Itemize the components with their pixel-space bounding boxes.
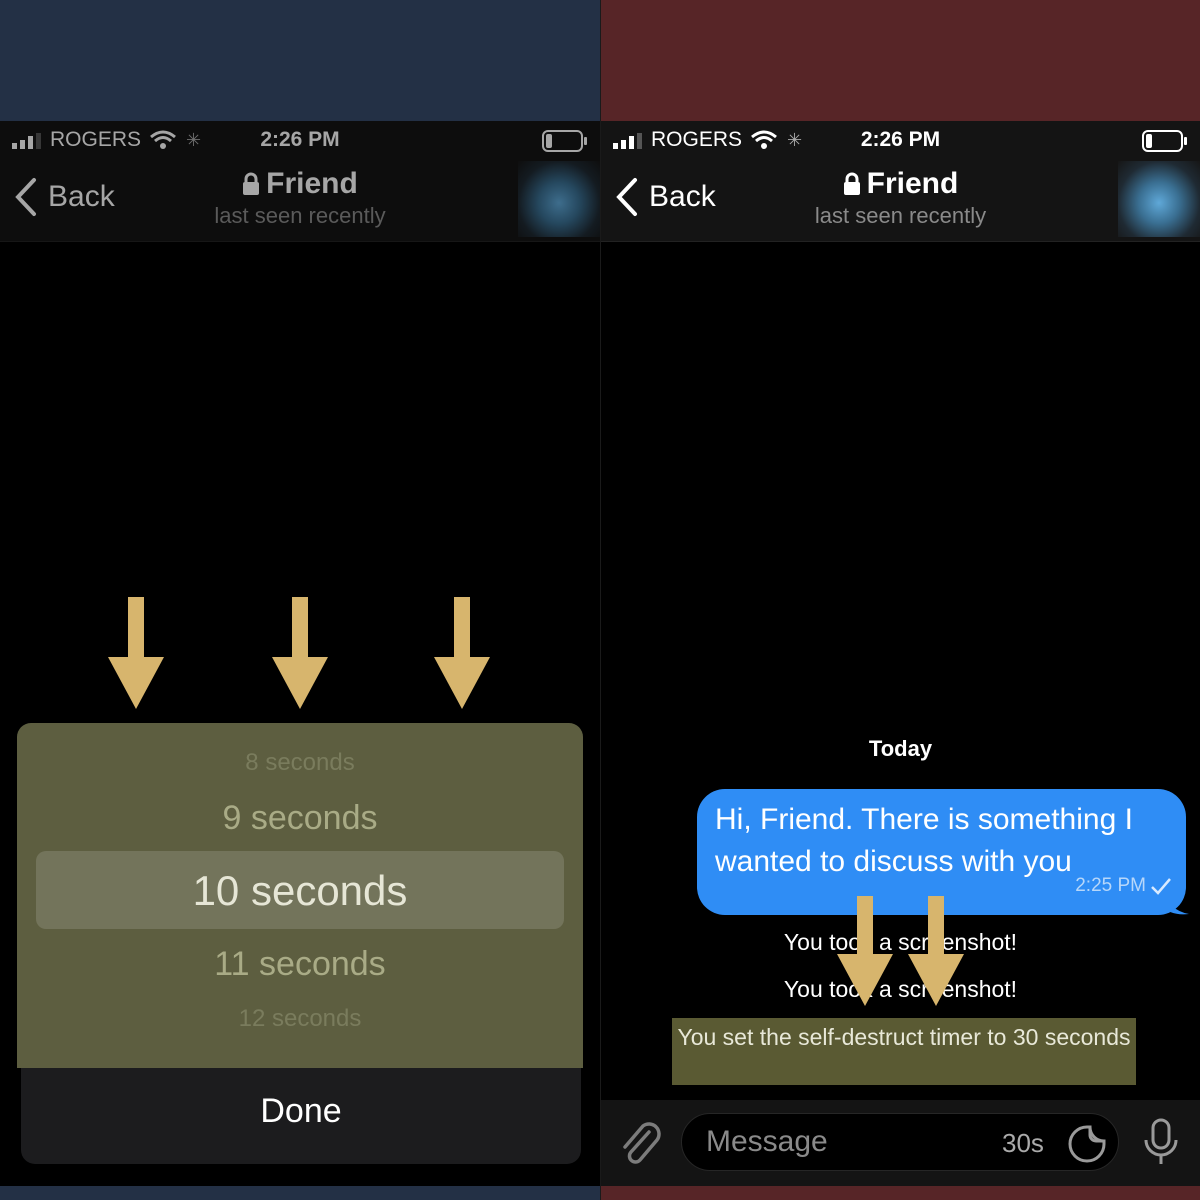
input-bar: Message 30s	[601, 1100, 1200, 1186]
date-separator: Today	[868, 736, 933, 761]
bottom-color-band	[0, 1186, 600, 1200]
picker-option[interactable]: 12 seconds	[17, 1005, 583, 1033]
done-button[interactable]: Done	[21, 1092, 581, 1131]
lock-icon	[843, 172, 860, 195]
service-message-screenshot: You took a screenshot!	[783, 929, 1018, 955]
annotation-arrow-3	[434, 597, 490, 709]
top-color-band	[601, 0, 1200, 121]
annotation-arrow-1	[108, 597, 164, 709]
timer-service-message: You set the self-destruct timer to 30 se…	[672, 1018, 1136, 1085]
left-screen: ROGERS ✳ 2:26 PM Back Friend last seen r…	[0, 0, 600, 1200]
sticker-icon[interactable]	[1067, 1124, 1107, 1164]
right-screen: ROGERS ✳ 2:26 PM Back Friend last seen r…	[600, 0, 1200, 1200]
service-message-screenshot: You took a screenshot!	[783, 976, 1018, 1002]
status-time: 2:26 PM	[860, 128, 941, 151]
annotation-arrow-5	[908, 896, 964, 1006]
chat-title: Friend	[866, 167, 959, 200]
self-destruct-timer-button[interactable]: 30s	[1002, 1128, 1044, 1159]
message-time: 2:25 PM	[1075, 875, 1146, 896]
message-text: Hi, Friend. There is something I wanted …	[715, 803, 1133, 878]
chat-subtitle: last seen recently	[814, 203, 987, 228]
paperclip-icon[interactable]	[619, 1120, 663, 1168]
top-color-band	[0, 0, 600, 121]
nav-bar: Back Friend last seen recently	[601, 159, 1200, 242]
microphone-icon[interactable]	[1141, 1118, 1181, 1168]
picker-option[interactable]: 11 seconds	[17, 945, 583, 984]
checkmark-icon	[1151, 878, 1171, 895]
annotation-arrow-2	[272, 597, 328, 709]
message-meta: 2:25 PM	[1075, 865, 1172, 907]
annotation-arrow-4	[837, 896, 893, 1006]
battery-icon	[1142, 130, 1187, 152]
message-input[interactable]: Message 30s	[681, 1113, 1119, 1171]
timer-picker[interactable]: 8 seconds 9 seconds 10 seconds 11 second…	[17, 723, 583, 1068]
picker-footer: Done	[21, 1068, 581, 1164]
message-placeholder: Message	[706, 1125, 828, 1158]
picker-option-selected[interactable]: 10 seconds	[17, 867, 583, 915]
picker-option[interactable]: 9 seconds	[17, 799, 583, 838]
picker-option[interactable]: 8 seconds	[17, 749, 583, 777]
bottom-color-band	[601, 1186, 1200, 1200]
avatar[interactable]	[1118, 161, 1200, 237]
chat-header[interactable]: Friend last seen recently	[601, 167, 1200, 229]
status-bar: ROGERS ✳ 2:26 PM	[601, 121, 1200, 159]
